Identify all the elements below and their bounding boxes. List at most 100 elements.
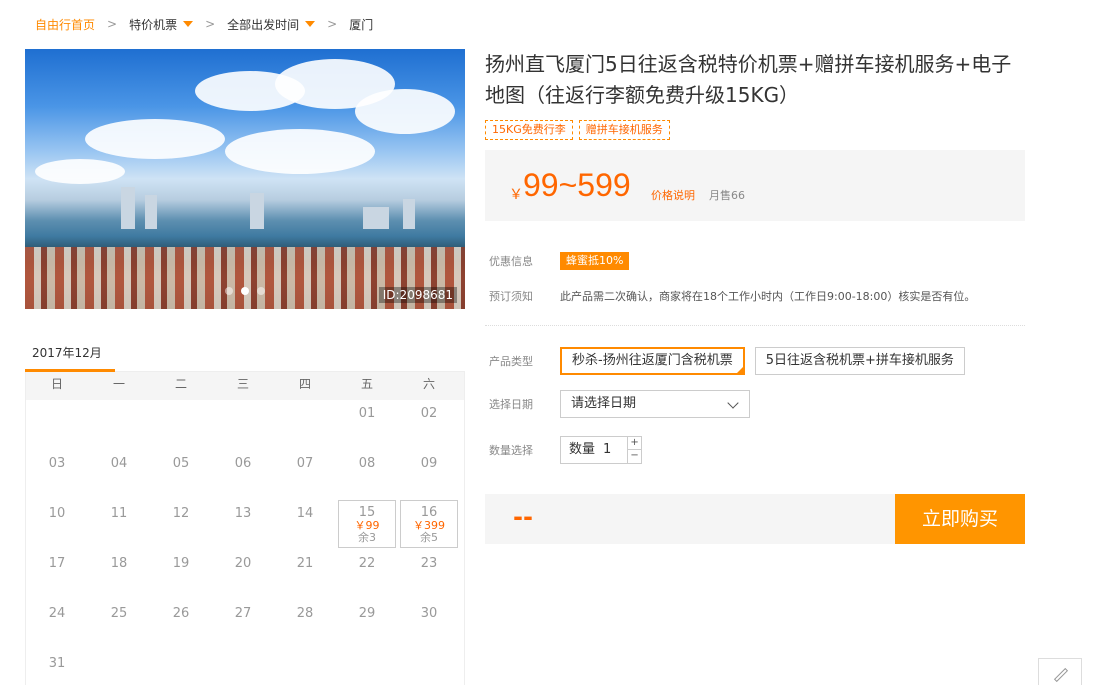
calendar: 日 一 二 三 四 五 六 01 02 03 04 05 06 07 08 09 10 11 12 13 14 15 ￥9… — [25, 372, 465, 685]
calendar-day-number: 16 — [420, 505, 438, 520]
quantity-label: 数量选择 — [489, 444, 533, 457]
buy-now-button[interactable]: 立即购买 — [895, 494, 1025, 544]
calendar-day-number: 25 — [110, 606, 128, 621]
calendar-day-number: 02 — [420, 406, 438, 421]
product-tags: 15KG免费行李 赠拼车接机服务 — [485, 120, 670, 140]
calendar-day — [150, 400, 212, 450]
calendar-day-number: 20 — [234, 556, 252, 571]
calendar-day: 28 — [274, 600, 336, 650]
calendar-day-number: 18 — [110, 556, 128, 571]
carousel-dot[interactable] — [257, 287, 265, 295]
product-type-option-package[interactable]: 5日往返含税机票+拼车接机服务 — [754, 347, 965, 375]
calendar-day: 09 — [398, 450, 460, 500]
breadcrumb-home-link[interactable]: 自由行首页 — [35, 16, 95, 33]
calendar-day: 25 — [88, 600, 150, 650]
calendar-day: 27 — [212, 600, 274, 650]
total-price: -- — [513, 503, 533, 531]
calendar-day — [336, 650, 398, 685]
calendar-day-number: 19 — [172, 556, 190, 571]
calendar-day: 03 — [26, 450, 88, 500]
discount-label: 优惠信息 — [489, 255, 533, 268]
calendar-week-row: 24 25 26 27 28 29 30 — [26, 600, 464, 650]
calendar-day — [274, 650, 336, 685]
breadcrumb-current: 厦门 — [349, 17, 374, 32]
divider — [485, 325, 1025, 326]
breadcrumb-separator: > — [107, 17, 118, 31]
price-range: 99~599 — [523, 167, 631, 203]
date-row: 选择日期 请选择日期 — [489, 390, 750, 418]
calendar-day: 17 — [26, 550, 88, 600]
chevron-down-icon — [727, 397, 739, 409]
tag-free-luggage: 15KG免费行李 — [485, 120, 573, 140]
breadcrumb-item-flights[interactable]: 特价机票 — [129, 16, 177, 33]
calendar-day: 07 — [274, 450, 336, 500]
quantity-row: 数量选择 数量 1 + − — [489, 436, 643, 464]
notice-row: 预订须知 此产品需二次确认，商家将在18个工作小时内（工作日9:00-18:00… — [489, 288, 975, 304]
calendar-weekday: 五 — [360, 377, 373, 391]
calendar-day — [88, 400, 150, 450]
product-type-row: 产品类型 秒杀-扬州往返厦门含税机票 5日往返含税机票+拼车接机服务 — [489, 347, 975, 375]
calendar-day-number: 22 — [358, 556, 376, 571]
calendar-weekday: 二 — [174, 377, 187, 391]
calendar-day-number: 27 — [234, 606, 252, 621]
calendar-day: 12 — [150, 500, 212, 550]
edit-icon[interactable] — [1038, 658, 1082, 685]
calendar-day-number: 26 — [172, 606, 190, 621]
calendar-day-number: 28 — [296, 606, 314, 621]
calendar-day-number: 09 — [420, 456, 438, 471]
product-title: 扬州直飞厦门5日往返含税特价机票+赠拼车接机服务+电子地图（往返行李额免费升级1… — [485, 52, 1012, 107]
calendar-day-number: 05 — [172, 456, 190, 471]
calendar-day-number: 14 — [296, 506, 314, 521]
price-explain-link[interactable]: 价格说明 — [651, 187, 695, 203]
calendar-week-row: 10 11 12 13 14 15 ￥99 余3 16 ￥399 余5 — [26, 500, 464, 550]
calendar-week-row: 17 18 19 20 21 22 23 — [26, 550, 464, 600]
calendar-day: 10 — [26, 500, 88, 550]
breadcrumb: 自由行首页 > 特价机票 > 全部出发时间 > 厦门 — [35, 15, 373, 33]
calendar-day: 18 — [88, 550, 150, 600]
calendar-day: 11 — [88, 500, 150, 550]
quantity-increment-button[interactable]: + — [628, 437, 642, 450]
caret-down-icon[interactable] — [305, 21, 316, 27]
breadcrumb-item-departure-time[interactable]: 全部出发时间 — [227, 16, 299, 33]
calendar-month-tab[interactable]: 2017年12月 — [25, 344, 115, 372]
calendar-day-number: 04 — [110, 456, 128, 471]
calendar-day: 20 — [212, 550, 274, 600]
calendar-day: 13 — [212, 500, 274, 550]
discount-row: 优惠信息 蜂蜜抵10% — [489, 252, 630, 270]
image-id-label: ID:2098681 — [378, 287, 457, 303]
calendar-day: 29 — [336, 600, 398, 650]
calendar-day: 08 — [336, 450, 398, 500]
carousel-dot-active[interactable] — [241, 287, 249, 295]
calendar-weekday: 六 — [422, 377, 435, 391]
calendar-day: 14 — [274, 500, 336, 550]
calendar-day-remaining: 余5 — [420, 531, 438, 544]
calendar-day-number: 29 — [358, 606, 376, 621]
calendar-day — [88, 650, 150, 685]
price-box: ￥ 99~599 价格说明 月售66 — [485, 150, 1025, 221]
quantity-prefix: 数量 — [569, 442, 596, 457]
calendar-day-number: 23 — [420, 556, 438, 571]
buy-bar: -- 立即购买 — [485, 494, 1025, 544]
calendar-day-number: 10 — [48, 506, 66, 521]
calendar-day-number: 15 — [358, 505, 376, 520]
calendar-day — [398, 650, 460, 685]
calendar-header: 2017年12月 — [25, 338, 465, 372]
notice-label: 预订须知 — [489, 290, 533, 303]
quantity-decrement-button[interactable]: − — [628, 450, 641, 463]
calendar-day-available[interactable]: 15 ￥99 余3 — [338, 500, 396, 548]
calendar-day: 05 — [150, 450, 212, 500]
calendar-weekday: 四 — [298, 377, 311, 391]
date-select[interactable]: 请选择日期 — [560, 390, 750, 418]
carousel-dot[interactable] — [225, 287, 233, 295]
calendar-day: 19 — [150, 550, 212, 600]
discount-badge: 蜂蜜抵10% — [560, 252, 630, 270]
caret-down-icon[interactable] — [183, 21, 194, 27]
calendar-day-available[interactable]: 16 ￥399 余5 — [400, 500, 458, 548]
quantity-input[interactable]: 1 — [603, 437, 627, 463]
product-type-option-flash-sale[interactable]: 秒杀-扬州往返厦门含税机票 — [560, 347, 745, 375]
product-photo[interactable]: ID:2098681 — [25, 49, 465, 309]
calendar-day-number: 13 — [234, 506, 252, 521]
calendar-weekday: 一 — [112, 377, 125, 391]
calendar-day — [212, 650, 274, 685]
calendar-day: 26 — [150, 600, 212, 650]
